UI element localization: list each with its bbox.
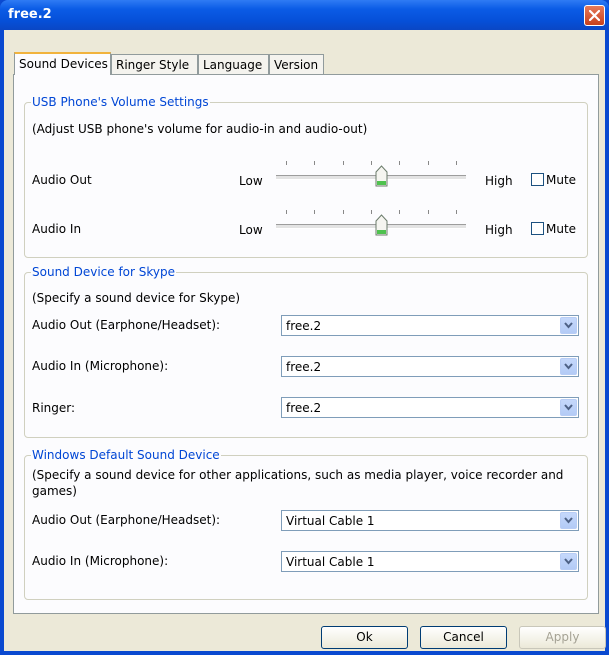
slider-tick [399,161,400,165]
select-value: free.2 [286,360,322,374]
dropdown-button[interactable] [560,553,577,570]
slider-tick [343,161,344,165]
audio-in-label: Audio In [32,222,82,236]
chevron-down-icon [564,363,573,370]
apply-button: Apply [519,626,606,649]
default-audio-out-select[interactable]: Virtual Cable 1 [281,510,579,531]
slider-tick [286,210,287,214]
audio-in-mute-checkbox[interactable] [531,222,544,235]
skype-ringer-label: Ringer: [32,401,76,415]
close-button[interactable] [584,5,605,26]
tab-label: Version [274,58,319,72]
select-value: free.2 [286,319,322,333]
high-label: High [485,174,513,188]
tab-sound-devices[interactable]: Sound Devices [14,52,111,75]
cancel-button[interactable]: Cancel [420,626,507,649]
dropdown-button[interactable] [560,358,577,375]
close-icon [589,10,600,21]
skype-audio-out-select[interactable]: free.2 [281,315,579,336]
audio-out-mute-checkbox[interactable] [531,173,544,186]
low-label: Low [239,223,263,237]
mute-label: Mute [546,222,577,236]
tab-label: Sound Devices [19,57,108,71]
dropdown-button[interactable] [560,512,577,529]
window-title: free.2 [8,7,52,22]
slider-tick [371,161,372,165]
group-title: Sound Device for Skype [31,265,177,279]
dialog-body: Sound Devices Ringer Style Language Vers… [4,30,606,651]
button-label: Ok [356,630,373,644]
tab-label: Language [203,58,263,72]
volume-settings-group: USB Phone's Volume Settings (Adjust USB … [24,95,588,258]
tab-panel-sound-devices: USB Phone's Volume Settings (Adjust USB … [13,74,599,614]
default-audio-out-label: Audio Out (Earphone/Headset): [32,513,221,527]
high-label: High [485,223,513,237]
windows-default-device-group: Windows Default Sound Device (Specify a … [24,448,588,600]
ok-button[interactable]: Ok [321,626,408,649]
default-audio-in-select[interactable]: Virtual Cable 1 [281,551,579,572]
audio-out-label: Audio Out [32,173,92,187]
slider-thumb[interactable] [375,165,388,187]
tab-label: Ringer Style [116,58,190,72]
slider-track[interactable] [276,175,466,180]
skype-ringer-select[interactable]: free.2 [281,397,579,418]
slider-tick [428,161,429,165]
group-description: (Specify a sound device for Skype) [32,291,241,305]
select-value: free.2 [286,401,322,415]
group-description-line2: games) [32,484,77,498]
slider-tick [314,161,315,165]
audio-in-volume-slider[interactable] [276,210,466,240]
slider-track[interactable] [276,224,466,229]
select-value: Virtual Cable 1 [286,555,375,569]
slider-tick [399,210,400,214]
title-bar[interactable]: free.2 [0,0,609,30]
audio-out-volume-slider[interactable] [276,161,466,191]
skype-audio-out-label: Audio Out (Earphone/Headset): [32,318,221,332]
select-value: Virtual Cable 1 [286,514,375,528]
low-label: Low [239,174,263,188]
tab-version[interactable]: Version [269,54,324,74]
slider-tick [371,210,372,214]
slider-tick [286,161,287,165]
slider-tick [456,210,457,214]
slider-tick [428,210,429,214]
dialog-window: free.2 Sound Devices Ringer Style Langua… [0,0,609,655]
tab-language[interactable]: Language [198,54,269,74]
default-audio-in-label: Audio In (Microphone): [32,554,169,568]
skype-audio-in-label: Audio In (Microphone): [32,359,169,373]
dropdown-button[interactable] [560,399,577,416]
chevron-down-icon [564,558,573,565]
group-description: (Adjust USB phone's volume for audio-in … [32,122,368,136]
mute-label: Mute [546,173,577,187]
group-description-line1: (Specify a sound device for other applic… [32,468,564,482]
slider-thumb[interactable] [375,214,388,236]
slider-tick [343,210,344,214]
group-title: Windows Default Sound Device [31,448,221,462]
chevron-down-icon [564,517,573,524]
button-label: Cancel [443,630,484,644]
slider-tick [456,161,457,165]
dropdown-button[interactable] [560,317,577,334]
skype-device-group: Sound Device for Skype (Specify a sound … [24,265,588,438]
skype-audio-in-select[interactable]: free.2 [281,356,579,377]
slider-tick [314,210,315,214]
chevron-down-icon [564,322,573,329]
tab-ringer-style[interactable]: Ringer Style [111,54,198,74]
button-label: Apply [545,630,580,644]
chevron-down-icon [564,404,573,411]
group-title: USB Phone's Volume Settings [31,95,210,109]
